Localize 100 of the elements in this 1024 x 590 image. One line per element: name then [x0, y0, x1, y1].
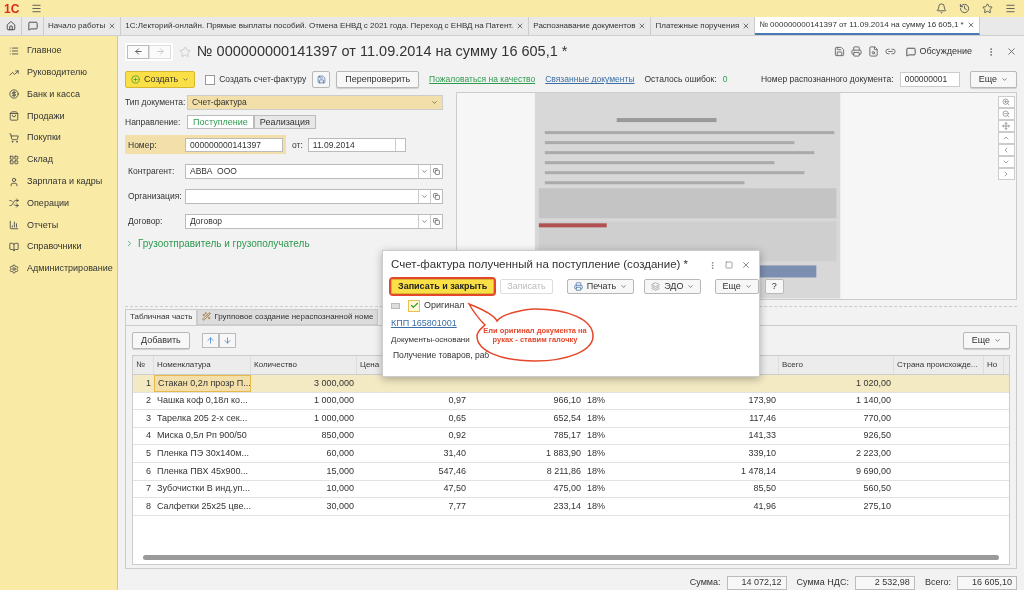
save-button[interactable] — [312, 71, 331, 89]
tab[interactable]: 1С:Лекторий-онлайн. Прямые выплаты пособий. Отмена ЕНВД с 2021 года. Переход с ЕНВД на Патент. — [121, 17, 530, 35]
table-row[interactable]: 5 Пленка ПЭ 30х140м... 60,000 31,40 1 883,90 18% 339,10 2 223,00 — [133, 445, 1009, 463]
zoom-in-icon — [1002, 98, 1010, 107]
more-button[interactable]: Еще — [962, 332, 1010, 350]
direction-toggle[interactable]: Поступление — [187, 115, 254, 130]
sidebar-item[interactable]: Покупки — [0, 127, 117, 149]
sidebar-item[interactable]: Руководителю — [0, 61, 117, 84]
table-cell: 0,92 — [448, 429, 466, 443]
number-field[interactable]: 000000000141397 — [185, 137, 283, 152]
column-header[interactable]: Всего — [782, 359, 803, 371]
print-button[interactable]: Печать — [566, 279, 635, 294]
tab[interactable]: Распознавание документов — [529, 17, 652, 35]
tab[interactable]: № 000000000141397 от 11.09.2014 на сумму 16 605,1 * — [755, 17, 980, 35]
bell-icon[interactable] — [936, 3, 947, 14]
star-icon[interactable] — [982, 3, 993, 14]
table-cell-text: 5 — [146, 446, 151, 460]
date-field[interactable]: 11.09.2014 — [307, 137, 406, 152]
close-icon[interactable] — [966, 21, 975, 29]
history-icon[interactable] — [959, 3, 970, 14]
sidebar-item[interactable]: Администрирование — [0, 257, 117, 280]
sidebar-item[interactable]: Главное — [0, 40, 117, 62]
close-icon[interactable] — [638, 22, 647, 30]
sidebar-item[interactable]: Зарплата и кадры — [0, 170, 117, 193]
select-field[interactable] — [185, 188, 443, 204]
column-header[interactable]: Количество — [254, 359, 297, 371]
print-icon[interactable] — [850, 46, 862, 58]
edo-button[interactable]: ЭДО — [644, 279, 702, 294]
more-button[interactable]: Еще — [715, 279, 759, 294]
kpp-link[interactable]: КПП 165801001 — [391, 316, 457, 330]
tab[interactable]: Начало работы — [44, 17, 122, 35]
move-button[interactable] — [997, 120, 1015, 133]
open-icon — [433, 217, 440, 225]
sidebar-item[interactable]: Продажи — [0, 105, 117, 128]
recognized-number-field[interactable]: 000000001 — [899, 72, 960, 88]
section-tab[interactable]: Групповое создание нераспознанной номе — [197, 309, 379, 325]
sidebar-item[interactable]: Отчеты — [0, 214, 117, 237]
home-icon — [5, 21, 16, 31]
table-row[interactable]: 4 Миска 0,5л Рп 900/50 850,000 0,92 785,17 18% 141,33 926,50 — [133, 427, 1009, 446]
checkbox[interactable] — [205, 74, 216, 85]
close-icon[interactable] — [741, 260, 751, 270]
add-button[interactable]: Добавить — [132, 332, 190, 350]
table-cell: 85,50 — [753, 482, 776, 496]
direction-toggle[interactable]: Реализация — [253, 115, 316, 130]
column-header[interactable]: Страна происхожде... — [897, 359, 978, 371]
table-row[interactable]: 2 Чашка коф 0,18л ко... 1 000,000 0,97 966,10 18% 173,90 1 140,00 — [133, 392, 1009, 411]
column-header[interactable]: Но — [987, 359, 998, 371]
table-row[interactable]: 3 Тарелка 205 2-х сек... 1 000,000 0,65 652,54 18% 117,46 770,00 — [133, 410, 1009, 428]
column-header[interactable]: Номенклатура — [157, 359, 211, 371]
document-type-select[interactable]: Счет-фактура — [187, 94, 443, 110]
back-button[interactable] — [127, 44, 149, 59]
favorite-star-icon[interactable] — [179, 45, 191, 58]
table-cell-text: 339,10 — [748, 446, 776, 460]
recheck-button[interactable]: Перепроверить — [336, 71, 420, 89]
sidebar-item[interactable]: Банк и касса — [0, 83, 117, 106]
table-cell: 0,97 — [448, 394, 466, 408]
move-up-button[interactable] — [201, 333, 219, 349]
menu-icon[interactable] — [1005, 3, 1016, 14]
select-field[interactable]: Договор — [185, 213, 443, 229]
right-button[interactable] — [997, 168, 1015, 181]
related-documents-link[interactable]: Связанные документы — [545, 73, 635, 86]
close-icon[interactable] — [742, 22, 751, 30]
checkbox[interactable] — [408, 299, 420, 312]
column-header[interactable]: Цена — [360, 359, 380, 371]
table-row[interactable]: 8 Салфетки 25х25 цве... 30,000 7,77 233,14 18% 41,96 275,10 — [133, 498, 1009, 516]
close-icon[interactable] — [108, 22, 117, 30]
discussion-button[interactable]: Обсуждение — [905, 45, 972, 59]
column-header[interactable]: № — [136, 359, 145, 371]
chat-icon — [905, 46, 916, 57]
sidebar-item[interactable]: Операции — [0, 192, 117, 215]
table-row[interactable]: 7 Зубочистки В инд.уп... 10,000 47,50 475,00 18% 85,50 560,50 — [133, 480, 1009, 499]
table-cell: 547,46 — [438, 464, 466, 478]
arrow-down-icon — [222, 336, 232, 346]
open-icon — [433, 167, 440, 175]
zoom-out-button[interactable] — [997, 108, 1015, 121]
down-button[interactable] — [997, 156, 1015, 169]
close-icon[interactable] — [516, 22, 525, 30]
more-button[interactable]: Еще — [969, 71, 1017, 89]
select-field[interactable]: АВВА ООО — [185, 163, 443, 179]
table-cell: 18% — [587, 464, 605, 478]
menu-icon[interactable] — [31, 3, 43, 14]
horizontal-scrollbar[interactable] — [143, 555, 999, 560]
sidebar-item[interactable]: Справочники — [0, 236, 117, 258]
left-button[interactable] — [997, 144, 1015, 157]
caret-icon — [421, 217, 428, 225]
close-icon[interactable] — [1006, 46, 1017, 58]
save-icon[interactable] — [833, 46, 845, 58]
zoom-in-button[interactable] — [997, 96, 1015, 109]
save-and-close-button[interactable]: Записать и закрыть — [391, 279, 495, 294]
caret-icon — [421, 167, 428, 175]
preview-icon[interactable] — [867, 46, 879, 58]
maximize-icon[interactable] — [725, 261, 733, 269]
create-button[interactable]: Создать — [125, 71, 196, 89]
up-button[interactable] — [997, 132, 1015, 145]
table-row[interactable]: 6 Пленка ПВХ 45х900... 15,000 547,46 8 211,86 18% 1 478,14 9 690,00 — [133, 462, 1009, 481]
section-tab[interactable]: Табличная часть — [125, 309, 198, 325]
table-cell-text: 18% — [587, 446, 605, 460]
sidebar-item[interactable]: Склад — [0, 149, 117, 171]
errors-count: 0 — [722, 73, 728, 86]
more-icon[interactable] — [708, 260, 717, 270]
